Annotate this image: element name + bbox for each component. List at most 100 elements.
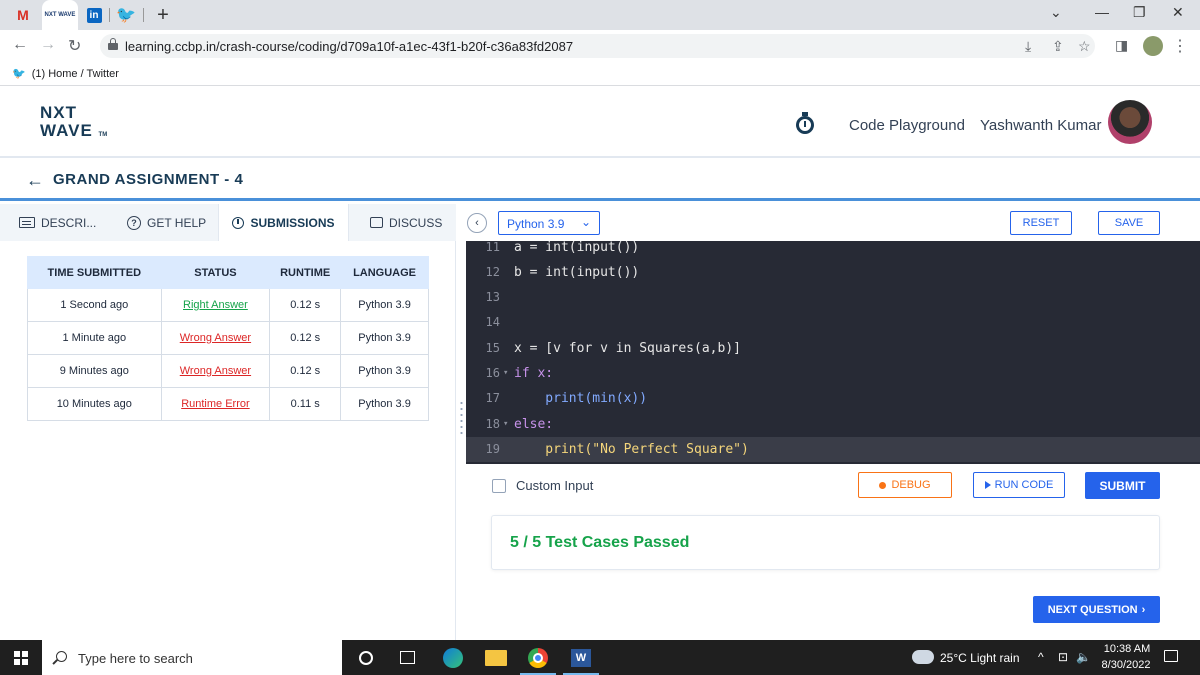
forward-icon[interactable]: → [40, 36, 56, 54]
close-icon[interactable]: ✕ [1172, 4, 1184, 21]
status-link[interactable]: Wrong Answer [180, 332, 251, 344]
share-icon[interactable]: ⇪ [1052, 38, 1064, 55]
logo-tm: TM [98, 132, 108, 138]
tab-submissions[interactable]: SUBMISSIONS [218, 204, 349, 241]
code-line[interactable]: 14 [466, 310, 1200, 335]
nxtwave-icon: NXT WAVE [44, 12, 76, 18]
tab-get-help[interactable]: ? GET HELP [127, 204, 206, 241]
next-question-label: NEXT QUESTION [1047, 603, 1138, 616]
address-bar[interactable]: learning.ccbp.in/crash-course/coding/d70… [100, 34, 1095, 58]
side-panel-icon[interactable]: ◨ [1115, 37, 1128, 54]
tab-label: SUBMISSIONS [250, 215, 335, 230]
word-icon[interactable]: W [571, 649, 591, 667]
status-cell[interactable]: Wrong Answer [160, 354, 271, 388]
tab-twitter[interactable]: 🐦 [114, 0, 138, 30]
tab-discuss[interactable]: DISCUSS [370, 204, 442, 241]
line-number: 13 [485, 290, 500, 304]
line-number: 15 [485, 341, 500, 355]
run-code-label: RUN CODE [994, 479, 1054, 491]
chevron-down-icon: ⌄ [580, 215, 591, 229]
reload-icon[interactable]: ↻ [68, 36, 81, 56]
time-cell: 10 Minutes ago [27, 387, 162, 421]
description-icon [19, 217, 35, 228]
fold-arrow-icon[interactable]: ▾ [503, 412, 508, 437]
volume-icon[interactable]: 🔈 [1076, 650, 1091, 664]
tab-linkedin[interactable]: in [83, 0, 105, 30]
taskbar-search-box[interactable]: Type here to search [42, 640, 342, 675]
language-select-value: Python 3.9 [507, 217, 565, 231]
left-tabs: DESCRI... ? GET HELP SUBMISSIONS DISCUSS [0, 204, 456, 241]
code-line[interactable]: 17 print(min(x)) [466, 386, 1200, 411]
browser-profile-avatar[interactable] [1143, 36, 1163, 56]
code-line[interactable]: 16 ▾ if x: [466, 361, 1200, 386]
next-question-button[interactable]: NEXT QUESTION › [1033, 596, 1160, 623]
tab-search-chevron-icon[interactable]: ⌄ [1050, 4, 1062, 21]
status-link[interactable]: Wrong Answer [180, 365, 251, 377]
fold-arrow-icon[interactable]: ▾ [503, 361, 508, 386]
code-line[interactable]: 11 a = int(input()) [466, 241, 1200, 260]
weather-cloud-icon[interactable] [912, 650, 934, 664]
code-playground-link[interactable]: Code Playground [849, 117, 965, 134]
code-text: a = int(input()) [514, 241, 640, 255]
user-name[interactable]: Yashwanth Kumar [980, 117, 1101, 134]
bookmarks-bar: 🐦 (1) Home / Twitter [0, 62, 1200, 86]
submit-button[interactable]: SUBMIT [1085, 472, 1160, 499]
user-avatar[interactable] [1108, 100, 1152, 144]
run-code-button[interactable]: RUN CODE [973, 472, 1065, 498]
stopwatch-icon[interactable] [795, 112, 815, 134]
table-row[interactable]: 1 Minute ago Wrong Answer 0.12 s Python … [27, 321, 429, 355]
bug-icon [879, 481, 887, 489]
collapse-panel-button[interactable]: ‹ [467, 213, 487, 233]
bookmark-twitter-home[interactable]: 🐦 (1) Home / Twitter [12, 67, 119, 81]
tab-gmail[interactable]: M [10, 0, 36, 30]
taskbar-date[interactable]: 8/30/2022 [1100, 659, 1152, 671]
language-select[interactable]: Python 3.9 ⌄ [498, 211, 600, 235]
tab-divider [143, 8, 144, 22]
table-row[interactable]: 1 Second ago Right Answer 0.12 s Python … [27, 288, 429, 322]
table-row[interactable]: 9 Minutes ago Wrong Answer 0.12 s Python… [27, 354, 429, 388]
restore-icon[interactable]: ❐ [1133, 4, 1146, 21]
code-line[interactable]: 18 ▾ else: [466, 412, 1200, 437]
tab-nxtwave[interactable]: NXT WAVE [42, 0, 78, 30]
status-link[interactable]: Right Answer [183, 299, 248, 311]
chevron-up-icon[interactable]: ^ [1038, 650, 1044, 664]
network-icon[interactable]: ⊡ [1058, 650, 1068, 664]
code-text: print(min(x)) [514, 391, 648, 406]
code-line[interactable]: 12 b = int(input()) [466, 260, 1200, 285]
install-icon[interactable]: ⤓ [1025, 38, 1031, 55]
table-row[interactable]: 10 Minutes ago Runtime Error 0.11 s Pyth… [27, 387, 429, 421]
file-explorer-icon[interactable] [485, 650, 507, 666]
windows-start-icon[interactable] [14, 651, 28, 665]
status-cell[interactable]: Wrong Answer [160, 321, 271, 355]
save-button[interactable]: SAVE [1098, 211, 1160, 235]
linkedin-icon: in [86, 7, 102, 23]
line-number: 16 [485, 366, 500, 380]
tab-description[interactable]: DESCRI... [19, 204, 96, 241]
weather-text[interactable]: 25°C Light rain [940, 651, 1020, 665]
code-editor[interactable]: 11 a = int(input()) 12 b = int(input()) … [466, 241, 1200, 464]
code-line[interactable]: 15 x = [v for v in Squares(a,b)] [466, 336, 1200, 361]
status-cell[interactable]: Right Answer [160, 288, 271, 322]
custom-input-checkbox[interactable] [492, 478, 506, 493]
chrome-icon[interactable] [528, 648, 548, 668]
debug-button[interactable]: DEBUG [858, 472, 952, 498]
code-line[interactable]: 13 [466, 285, 1200, 310]
taskbar-time[interactable]: 10:38 AM [1102, 643, 1152, 655]
status-cell[interactable]: Runtime Error [160, 387, 271, 421]
new-tab-button[interactable]: + [150, 0, 176, 30]
notification-icon[interactable] [1164, 650, 1178, 662]
minimize-icon[interactable]: — [1095, 4, 1109, 20]
custom-input-toggle[interactable]: Custom Input [492, 478, 593, 493]
menu-kebab-icon[interactable]: ⋮ [1172, 36, 1188, 56]
back-arrow-icon[interactable]: ← [26, 170, 44, 191]
task-view-icon[interactable] [400, 651, 415, 664]
panel-resize-handle[interactable] [460, 400, 463, 436]
status-link[interactable]: Runtime Error [181, 398, 249, 410]
bookmark-star-icon[interactable]: ☆ [1078, 38, 1091, 55]
nxtwave-logo[interactable]: NXT WAVE TM [40, 104, 107, 144]
code-line-active[interactable]: 19 print("No Perfect Square") [466, 437, 1200, 462]
cortana-icon[interactable] [359, 651, 373, 665]
back-icon[interactable]: ← [12, 36, 28, 54]
edge-icon[interactable] [443, 648, 463, 668]
reset-button[interactable]: RESET [1010, 211, 1072, 235]
